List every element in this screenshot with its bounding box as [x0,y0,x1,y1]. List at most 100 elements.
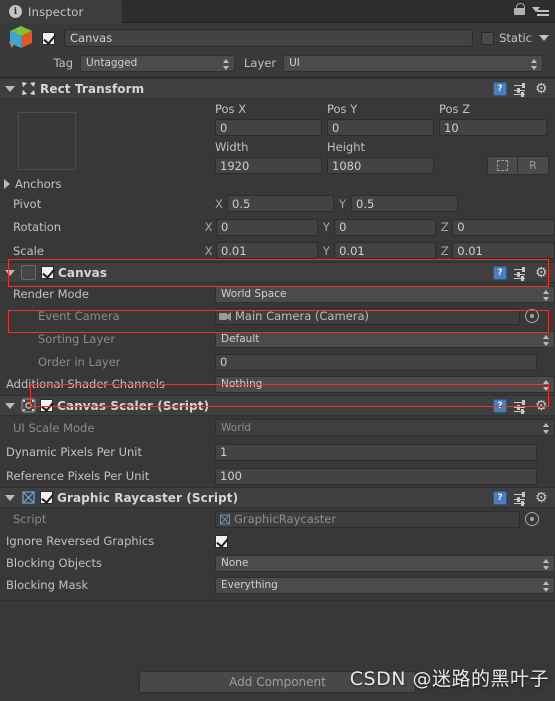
info-icon: i [9,5,22,18]
script-objectfield[interactable]: GraphicRaycaster [215,510,520,528]
width-label: Width [215,139,249,154]
ui-scale-mode-dropdown[interactable]: World [215,419,555,436]
preset-icon[interactable] [514,82,528,97]
ignore-reversed-graphics-checkbox[interactable] [215,534,228,548]
width-input[interactable]: 1920 [215,157,322,174]
dynamic-pixels-per-unit-label: Dynamic Pixels Per Unit [6,445,143,459]
foldout-arrow-icon[interactable] [5,269,15,276]
gameobject-name-input[interactable]: Canvas [64,29,474,47]
gear-icon[interactable]: ⚙ [535,82,549,96]
scale-x-input[interactable]: 0.01 [215,242,318,259]
pos-x-label: Pos X [215,101,247,116]
foldout-arrow-icon[interactable] [5,494,15,501]
render-mode-dropdown[interactable]: World Space [215,285,555,303]
static-checkbox[interactable] [481,31,495,45]
blocking-objects-dropdown[interactable]: None [215,554,555,572]
pivot-y-input[interactable]: 0.5 [351,195,458,212]
pos-x-input[interactable]: 0 [215,119,322,136]
event-camera-objectfield[interactable]: Main Camera (Camera) [215,307,520,325]
component-title: Graphic Raycaster (Script) [57,490,239,505]
graphic-raycaster-icon [21,490,36,505]
sorting-layer-dropdown[interactable]: Default [215,330,555,348]
component-header-canvas-scaler[interactable]: Canvas Scaler (Script) ? ⚙ [0,395,555,416]
raw-mode-button[interactable]: R [518,156,549,175]
chevron-updown-icon [223,58,230,70]
canvas-enabled-checkbox[interactable] [41,266,54,279]
scale-row: Scale X 0.01 Y 0.01 Z 0.01 [0,239,555,262]
preset-icon[interactable] [514,399,528,414]
script-file-icon [219,514,231,525]
graphic-raycaster-enabled-checkbox[interactable] [40,491,53,504]
hamburger-menu-icon[interactable] [532,4,549,16]
chevron-updown-icon [543,423,550,434]
gear-icon[interactable]: ⚙ [535,266,549,280]
anchors-label: Anchors [15,176,62,191]
foldout-arrow-icon[interactable] [5,85,15,92]
anchor-preset-box[interactable] [18,112,76,170]
blocking-mask-dropdown[interactable]: Everything [215,576,555,594]
tabbar-actions [514,3,549,16]
component-header-canvas[interactable]: Canvas ? ⚙ [0,262,555,283]
component-header-rect-transform[interactable]: Rect Transform ? ⚙ [0,78,555,99]
pos-y-input[interactable]: 0 [327,119,434,136]
help-icon[interactable]: ? [493,82,507,96]
chevron-updown-icon [543,289,550,301]
tag-label: Tag [53,56,73,70]
rotation-label: Rotation [13,220,62,234]
inspector-panel: i Inspector Canvas Static Tag Untagged L… [0,0,555,701]
render-mode-label: Render Mode [13,287,89,301]
help-icon[interactable]: ? [493,266,507,280]
render-mode-value: World Space [221,288,287,300]
pos-z-input[interactable]: 10 [439,119,547,136]
rotation-z-input[interactable]: 0 [452,218,555,236]
component-header-graphic-raycaster[interactable]: Graphic Raycaster (Script) ? ⚙ [0,487,555,508]
scale-z-axis-label: Z [440,243,449,258]
inspector-tabbar: i Inspector [0,0,555,23]
pivot-x-input[interactable]: 0.5 [227,195,334,212]
rotation-y-input[interactable]: 0 [334,218,436,236]
foldout-arrow-icon[interactable] [5,402,15,409]
object-picker-icon[interactable] [525,309,539,323]
scale-z-input[interactable]: 0.01 [452,242,555,259]
reference-pixels-per-unit-input[interactable]: 100 [215,467,537,485]
layer-dropdown[interactable]: UI [283,54,543,72]
tag-dropdown[interactable]: Untagged [80,54,235,72]
object-picker-icon[interactable] [525,512,539,526]
static-dropdown-icon[interactable] [539,35,549,41]
gear-icon[interactable]: ⚙ [535,399,549,413]
watermark: CSDN @迷路的黑叶子 [349,668,549,690]
lock-icon[interactable] [514,3,525,16]
dynamic-pixels-per-unit-input[interactable]: 1 [215,443,537,461]
gear-icon[interactable]: ⚙ [535,491,549,505]
rot-z-axis-label: Z [440,220,449,234]
layer-value: UI [289,57,300,69]
scale-y-input[interactable]: 0.01 [334,242,436,259]
gameobject-enabled-checkbox[interactable] [42,31,55,45]
script-value: GraphicRaycaster [234,512,337,526]
tag-value: Untagged [86,57,138,69]
canvas-scaler-enabled-checkbox[interactable] [40,399,53,412]
preset-icon[interactable] [514,491,528,506]
blueprint-mode-button[interactable] [487,156,518,175]
pivot-y-axis-label: Y [339,196,347,211]
help-icon[interactable]: ? [493,491,507,505]
tab-inspector[interactable]: i Inspector [0,0,122,23]
component-title: Canvas Scaler (Script) [57,398,210,413]
graphic-raycaster-body: Script GraphicRaycaster Ignore Reversed … [0,508,555,601]
component-actions: ? ⚙ [493,266,549,281]
chevron-updown-icon [543,334,550,346]
chevron-updown-icon [531,58,538,70]
component-actions: ? ⚙ [493,491,549,506]
additional-shader-channels-dropdown[interactable]: Nothing [215,375,555,393]
preset-icon[interactable] [514,266,528,281]
script-label: Script [13,512,47,526]
rotation-x-input[interactable]: 0 [215,218,318,236]
order-in-layer-input[interactable]: 0 [215,353,537,371]
blocking-objects-value: None [221,557,249,569]
height-label: Height [327,139,366,154]
anchors-foldout-icon[interactable] [4,178,10,189]
pos-z-label: Pos Z [439,101,471,116]
tab-inspector-label: Inspector [28,4,84,19]
help-icon[interactable]: ? [493,399,507,413]
height-input[interactable]: 1080 [327,157,434,174]
